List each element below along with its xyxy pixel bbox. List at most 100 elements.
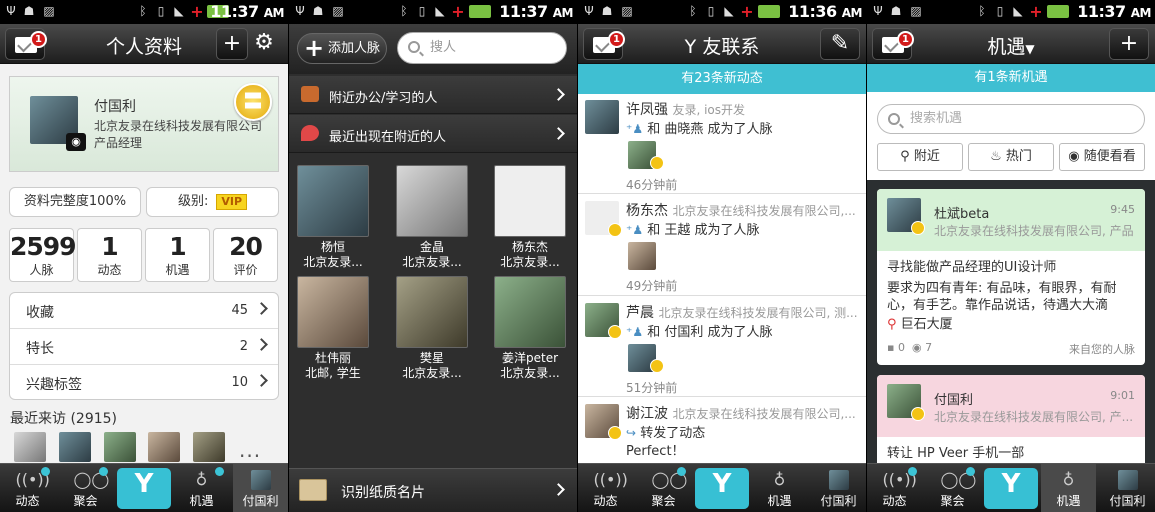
tab-opportunity[interactable]: ♁ 机遇 <box>174 464 229 512</box>
tab-meet[interactable]: ◯◯ 聚会 <box>58 464 113 512</box>
list-item-favorites[interactable]: 收藏 45 <box>10 293 278 329</box>
stat-opportunities[interactable]: 1 机遇 <box>145 228 210 282</box>
broadcast-icon: ((•)) <box>15 470 50 489</box>
list-item-skills[interactable]: 特长 2 <box>10 329 278 365</box>
feed-screen: Ψ ☗ ▨ ᛒ ▯ ◣ + 11:36 AM 1 Y 友联系 ✎ 有23条新动态… <box>578 0 866 512</box>
tab-connect[interactable]: Y <box>984 468 1038 509</box>
recent-nearby-row[interactable]: 最近出现在附近的人 <box>289 115 577 153</box>
feed-item[interactable]: 谢江波 北京友录在线科技发展有限公司,... ↪ 转发了动态 Perfect！ <box>578 398 866 464</box>
bulb-icon: ♁ <box>1062 470 1075 489</box>
person-cell[interactable]: 杨东杰 北京友录... <box>490 165 570 270</box>
usb-icon: Ψ <box>295 4 305 18</box>
add-opportunity-button[interactable]: + <box>1109 28 1149 60</box>
person-cell[interactable]: 杜伟丽 北邮, 学生 <box>293 276 373 381</box>
feed-item[interactable]: 芦晨 北京友录在线科技发展有限公司, 测... ⁺♟ 和 付国利 成为了人脉 5… <box>578 297 866 397</box>
filter-nearby-button[interactable]: ⚲ 附近 <box>877 143 963 171</box>
filter-random-button[interactable]: ◉ 随便看看 <box>1059 143 1145 171</box>
feed-time: 51分钟前 <box>626 381 678 395</box>
filter-hot-button[interactable]: ♨ 热门 <box>968 143 1054 171</box>
new-dot <box>677 467 686 476</box>
tab-opportunity[interactable]: ♁ 机遇 <box>1041 464 1096 512</box>
no-signal-icon: ◣ <box>1013 4 1023 18</box>
profile-card[interactable]: ◉ 付国利 北京友录在线科技发展有限公司 产品经理 〓 <box>9 76 279 172</box>
tab-label: 动态 <box>15 494 40 508</box>
vibrate-icon: ▯ <box>996 4 1004 18</box>
add-button[interactable]: + <box>216 28 248 60</box>
opportunity-card[interactable]: 付国利 9:01 北京友录在线科技发展有限公司, 产... 转让 HP Veer… <box>877 375 1145 467</box>
briefcase-icon <box>301 86 319 102</box>
target-avatar[interactable] <box>628 242 656 270</box>
tab-meet[interactable]: ◯◯ 聚会 <box>636 464 691 512</box>
nearby-office-row[interactable]: 附近办公/学习的人 <box>289 76 577 114</box>
tab-label: 机遇 <box>1056 494 1081 508</box>
title-bar: 1 Y 友联系 ✎ <box>578 24 866 64</box>
person-cell[interactable]: 姜洋peter 北京友录... <box>490 276 570 381</box>
person-name: 杜伟丽 <box>314 351 351 365</box>
user-add-icon: ⁺♟ <box>626 122 644 136</box>
search-input[interactable]: 搜人 <box>397 32 567 64</box>
location-pin-icon <box>301 125 319 141</box>
visitor-avatar[interactable] <box>14 432 46 462</box>
status-bar: Ψ ☗ ▨ ᛒ ▯ ◣ + 11:37 AM <box>867 0 1155 24</box>
feed-content: Perfect！ <box>626 444 685 459</box>
feed-author: 许凤强 友录, ios开发 <box>626 102 746 118</box>
tab-opportunity[interactable]: ♁ 机遇 <box>752 464 807 512</box>
new-opportunity-banner[interactable]: 有1条新机遇 <box>867 64 1155 92</box>
tab-meet[interactable]: ◯◯ 聚会 <box>925 464 980 512</box>
compose-button[interactable]: ✎ <box>820 28 860 60</box>
feed-item[interactable]: 许凤强 友录, ios开发 ⁺♟ 和 曲晓燕 成为了人脉 46分钟前 <box>578 94 866 194</box>
stat-reviews[interactable]: 20 评价 <box>213 228 278 282</box>
stat-label: 评价 <box>233 263 258 277</box>
stat-number: 1 <box>169 232 186 261</box>
clock: 11:37 AM <box>499 2 573 21</box>
tab-me[interactable]: 付国利 <box>1100 464 1155 512</box>
visitor-avatar[interactable] <box>148 432 180 462</box>
feed-item[interactable]: 杨东杰 北京友录在线科技发展有限公司,... ⁺♟ 和 王越 成为了人脉 49分… <box>578 195 866 296</box>
connect-icon: Y <box>1001 469 1021 499</box>
medal-icon <box>911 407 925 421</box>
tab-label: 动态 <box>882 494 907 508</box>
more-visitors[interactable]: ... <box>239 438 261 462</box>
camera-icon[interactable]: ◉ <box>66 133 86 151</box>
person-cell[interactable]: 金晶 北京友录... <box>392 165 472 270</box>
settings-button[interactable]: ⚙ <box>249 28 279 60</box>
visitor-avatar[interactable] <box>104 432 136 462</box>
add-contact-button[interactable]: + 添加人脉 <box>297 33 387 64</box>
search-input[interactable]: 搜索机遇 <box>877 104 1145 134</box>
contacts-toolbar: + 添加人脉 搜人 <box>289 24 577 74</box>
visitor-avatar[interactable] <box>59 432 91 462</box>
battery-icon <box>1047 5 1069 18</box>
tab-bar: ((•)) 动态 ◯◯ 聚会 Y ♁ 机遇 付国利 <box>578 463 866 512</box>
tab-label: 聚会 <box>940 494 965 508</box>
scan-card-row[interactable]: 识别纸质名片 <box>289 468 577 512</box>
tab-feed[interactable]: ((•)) 动态 <box>0 464 55 512</box>
tab-feed[interactable]: ((•)) 动态 <box>867 464 922 512</box>
person-cell[interactable]: 杨恒 北京友录... <box>293 165 373 270</box>
android-icon: ☗ <box>23 4 35 18</box>
new-feed-banner[interactable]: 有23条新动态 <box>578 64 866 94</box>
tab-connect[interactable]: Y <box>695 468 749 509</box>
person-name: 樊星 <box>419 351 444 365</box>
person-photo <box>494 165 566 237</box>
tab-me[interactable]: 付国利 <box>811 464 866 512</box>
tab-connect[interactable]: Y <box>117 468 171 509</box>
rings-icon: ◯◯ <box>73 470 110 489</box>
connect-icon: Y <box>712 469 732 499</box>
avatar <box>250 470 271 490</box>
broadcast-icon: ((•)) <box>882 470 917 489</box>
opportunity-card[interactable]: 杜斌beta 9:45 北京友录在线科技发展有限公司, 产品 寻找能做产品经理的… <box>877 189 1145 365</box>
stat-feeds[interactable]: 1 动态 <box>77 228 142 282</box>
row-label: 附近办公/学习的人 <box>329 91 438 106</box>
list-item-interests[interactable]: 兴趣标签 10 <box>10 365 278 401</box>
stat-contacts[interactable]: 2599 人脉 <box>9 228 77 282</box>
caret-down-icon: ▼ <box>1025 42 1035 56</box>
visitor-avatar[interactable] <box>193 432 225 462</box>
bulb-icon: ♁ <box>773 470 786 489</box>
new-dot <box>99 467 108 476</box>
tab-me[interactable]: 付国利 <box>233 464 288 512</box>
person-cell[interactable]: 樊星 北京友录... <box>392 276 472 381</box>
user-add-icon: ⁺♟ <box>626 325 644 339</box>
tab-feed[interactable]: ((•)) 动态 <box>578 464 633 512</box>
flame-icon: ♨ <box>990 149 1006 164</box>
opp-company: 北京友录在线科技发展有限公司, 产... <box>934 410 1134 424</box>
